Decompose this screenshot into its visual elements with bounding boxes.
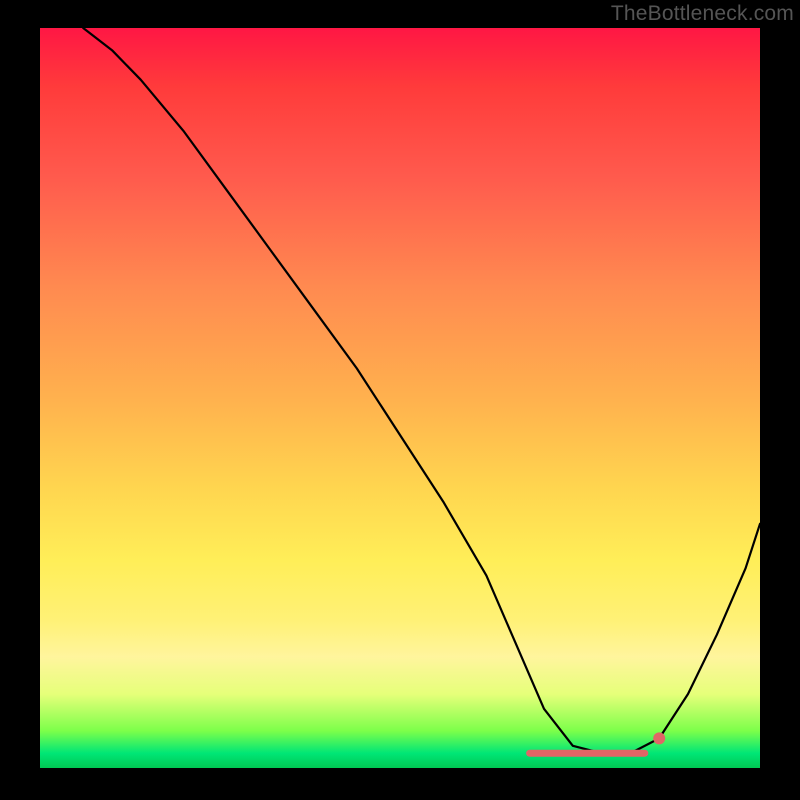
plot-area [40, 28, 760, 768]
marker-dot [653, 732, 665, 744]
bottleneck-curve [83, 28, 760, 753]
chart-frame: TheBottleneck.com [0, 0, 800, 800]
watermark-text: TheBottleneck.com [611, 2, 794, 26]
curve-svg [40, 28, 760, 768]
